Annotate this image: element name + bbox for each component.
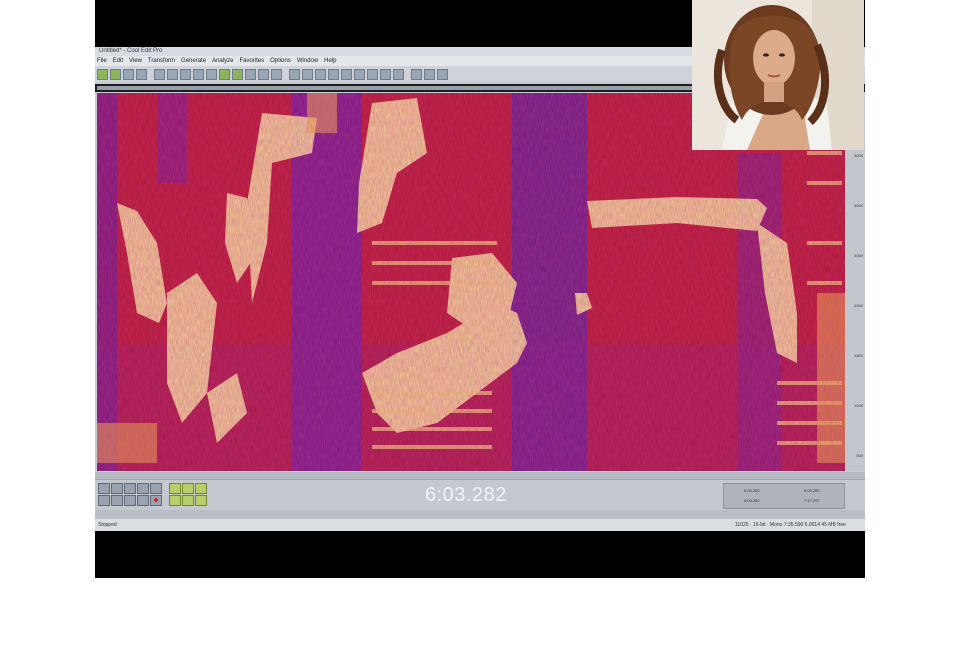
status-text: Stopped [98, 522, 117, 528]
menu-generate[interactable]: Generate [181, 56, 206, 66]
time-display: 6:03.282 [425, 484, 507, 506]
portrait-photo [692, 0, 864, 150]
toolbar-button[interactable] [180, 68, 191, 80]
transport-panel: 6:03.282 6:03.282 6:03.282 6:03.282 7:17… [95, 479, 865, 510]
menu-edit[interactable]: Edit [113, 56, 123, 66]
record-button[interactable] [150, 495, 162, 506]
toolbar-button[interactable] [154, 68, 165, 80]
menu-file[interactable]: File [97, 56, 107, 66]
toolbar-button[interactable] [206, 68, 217, 80]
menu-transform[interactable]: Transform [148, 56, 175, 66]
toolbar-button[interactable] [245, 68, 256, 80]
stop-button[interactable] [98, 483, 110, 494]
go-to-start-button[interactable] [98, 495, 110, 506]
toolbar-button[interactable] [354, 68, 365, 80]
toolbar-button[interactable] [123, 68, 134, 80]
toolbar-button[interactable] [219, 68, 230, 80]
zoom-right-button[interactable] [195, 495, 207, 506]
status-bar: Stopped 11025 · 16-bit · Mono 7:35.590 6… [95, 519, 865, 531]
selection-info-panel: 6:03.282 6:03.282 6:03.282 7:17.297 [723, 483, 845, 509]
level-meter [95, 510, 865, 519]
toolbar-button[interactable] [424, 68, 435, 80]
menu-analyze[interactable]: Analyze [212, 56, 233, 66]
toolbar-button[interactable] [97, 68, 108, 80]
begin-time: 6:03.282 [744, 488, 760, 493]
rewind-button[interactable] [111, 495, 123, 506]
go-to-end-button[interactable] [137, 495, 149, 506]
toolbar-button[interactable] [302, 68, 313, 80]
zoom-out-button[interactable] [182, 483, 194, 494]
zoom-in-button[interactable] [169, 483, 181, 494]
zoom-left-button[interactable] [182, 495, 194, 506]
view-begin-time: 6:03.282 [744, 498, 760, 503]
toolbar-button[interactable] [393, 68, 404, 80]
file-info-text: 11025 · 16-bit · Mono 7:35.590 6.0014 45… [735, 522, 846, 528]
zoom-selection-button[interactable] [169, 495, 181, 506]
fast-forward-button[interactable] [124, 495, 136, 506]
play-to-end-button[interactable] [137, 483, 149, 494]
menu-window[interactable]: Window [297, 56, 318, 66]
zoom-full-button[interactable] [195, 483, 207, 494]
menu-help[interactable]: Help [324, 56, 336, 66]
scroll-thumb[interactable] [97, 86, 692, 90]
menu-options[interactable]: Options [270, 56, 291, 66]
toolbar-button[interactable] [328, 68, 339, 80]
toolbar-button[interactable] [315, 68, 326, 80]
loop-button[interactable] [150, 483, 162, 494]
toolbar-button[interactable] [380, 68, 391, 80]
toolbar-button[interactable] [271, 68, 282, 80]
menu-favorites[interactable]: Favorites [239, 56, 264, 66]
menu-view[interactable]: View [129, 56, 142, 66]
toolbar-button[interactable] [232, 68, 243, 80]
play-button[interactable] [111, 483, 123, 494]
toolbar-button[interactable] [289, 68, 300, 80]
toolbar-button[interactable] [110, 68, 121, 80]
end-time: 6:03.282 [804, 488, 820, 493]
toolbar-button[interactable] [258, 68, 269, 80]
toolbar-button[interactable] [341, 68, 352, 80]
toolbar-button[interactable] [136, 68, 147, 80]
pause-button[interactable] [124, 483, 136, 494]
toolbar-button[interactable] [167, 68, 178, 80]
toolbar-button[interactable] [193, 68, 204, 80]
toolbar-button[interactable] [437, 68, 448, 80]
toolbar-button[interactable] [411, 68, 422, 80]
view-end-time: 7:17.297 [804, 498, 820, 503]
time-ruler [95, 472, 865, 479]
toolbar-button[interactable] [367, 68, 378, 80]
